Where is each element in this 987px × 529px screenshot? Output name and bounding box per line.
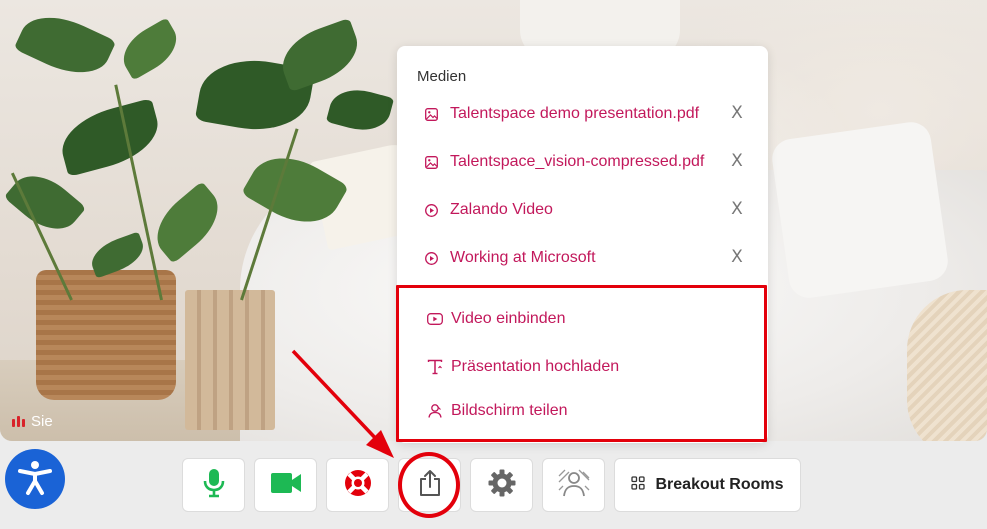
- camera-button[interactable]: [254, 458, 317, 512]
- close-icon[interactable]: X: [728, 200, 746, 218]
- media-item[interactable]: Talentspace_vision-compressed.pdf X: [425, 150, 745, 174]
- accessibility-icon: [15, 457, 55, 502]
- play-circle-icon: [425, 251, 438, 265]
- annotation-highlight-box: [396, 285, 767, 442]
- breakout-rooms-label: Breakout Rooms: [655, 476, 784, 493]
- media-item[interactable]: Talentspace demo presentation.pdf X: [425, 102, 745, 126]
- media-panel-title: Medien: [417, 68, 467, 85]
- close-icon[interactable]: X: [728, 152, 746, 170]
- microphone-icon: [202, 468, 226, 503]
- breakout-rooms-button[interactable]: Breakout Rooms: [614, 458, 801, 512]
- lifebuoy-icon: [343, 468, 373, 503]
- close-icon[interactable]: X: [728, 248, 746, 266]
- accessibility-button[interactable]: [5, 449, 65, 509]
- video-background: [185, 290, 275, 430]
- gear-icon: [487, 468, 517, 503]
- media-item[interactable]: Working at Microsoft X: [425, 246, 745, 270]
- video-background: [769, 119, 951, 301]
- close-icon[interactable]: X: [728, 104, 746, 122]
- media-item-label: Zalando Video: [450, 201, 553, 218]
- video-background: [907, 290, 987, 441]
- background-effects-button[interactable]: [542, 458, 605, 512]
- media-item-label: Talentspace demo presentation.pdf: [450, 105, 700, 122]
- media-item-label: Talentspace_vision-compressed.pdf: [450, 153, 705, 170]
- participant-label: Sie: [12, 413, 53, 430]
- audio-level-icon: [12, 416, 25, 427]
- microphone-button[interactable]: [182, 458, 245, 512]
- image-icon: [425, 155, 438, 169]
- settings-button[interactable]: [470, 458, 533, 512]
- video-background: [36, 270, 176, 400]
- background-blur-icon: [557, 468, 591, 503]
- media-item[interactable]: Zalando Video X: [425, 198, 745, 222]
- annotation-circle: [398, 452, 460, 518]
- participant-name: Sie: [31, 413, 53, 430]
- media-item-label: Working at Microsoft: [450, 249, 596, 266]
- image-icon: [425, 107, 438, 121]
- help-button[interactable]: [326, 458, 389, 512]
- grid-icon: [631, 475, 646, 495]
- play-circle-icon: [425, 203, 438, 217]
- camera-icon: [270, 472, 302, 499]
